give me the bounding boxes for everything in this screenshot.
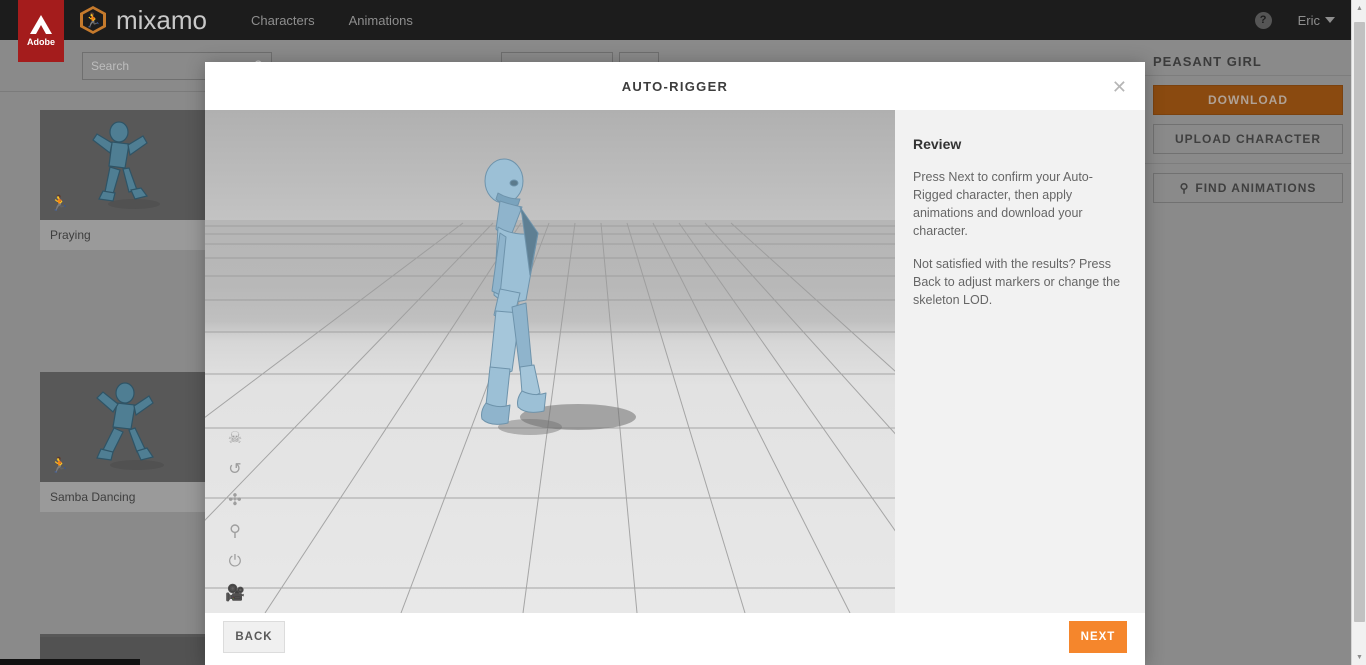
zoom-magnifier-icon[interactable]: ⚲ <box>225 521 245 541</box>
review-panel: Review Press Next to confirm your Auto-R… <box>895 110 1145 613</box>
thumbnail-figure <box>92 121 160 209</box>
help-question-icon[interactable]: ? <box>1254 11 1272 29</box>
nav-item-characters[interactable]: Characters <box>251 13 315 28</box>
back-button-label: BACK <box>235 631 273 643</box>
viewport-controls: ☠ ↺ ✣ ⚲ ⏻ 🎥 <box>225 428 245 603</box>
hexagon-runner-icon: 🏃 <box>80 6 106 34</box>
upload-character-button[interactable]: UPLOAD CHARACTER <box>1153 124 1343 154</box>
list-item[interactable]: 🏃 Samba Dancing <box>40 372 208 512</box>
main-nav: Characters Animations <box>251 13 413 28</box>
adobe-wordmark: Adobe <box>27 37 55 47</box>
animation-thumbnail: 🏃 <box>40 110 208 220</box>
user-menu[interactable]: Eric <box>1298 13 1335 28</box>
brand-label: mixamo <box>116 4 208 35</box>
thumbnail-figure <box>96 382 164 470</box>
review-heading: Review <box>913 136 962 152</box>
find-animations-button[interactable]: ⚲ FIND ANIMATIONS <box>1153 173 1343 203</box>
background-footer-strip <box>0 659 140 665</box>
list-item-label: Samba Dancing <box>40 482 208 512</box>
rigged-character-preview <box>481 158 636 435</box>
pan-move-icon[interactable]: ✣ <box>225 490 245 510</box>
skeleton-skull-icon[interactable]: ☠ <box>225 428 245 448</box>
divider <box>1145 75 1351 76</box>
mixamo-brand[interactable]: 🏃 mixamo <box>80 5 207 36</box>
download-button-label: DOWNLOAD <box>1208 93 1288 107</box>
adobe-logo[interactable]: Adobe <box>18 0 64 62</box>
find-animations-button-label: FIND ANIMATIONS <box>1195 181 1317 195</box>
back-button[interactable]: BACK <box>223 621 285 653</box>
next-button[interactable]: NEXT <box>1069 621 1127 653</box>
scroll-down-arrow-icon[interactable]: ▼ <box>1352 649 1366 665</box>
auto-rigger-modal: AUTO-RIGGER ✕ ☠ ↺ ✣ ⚲ ⏻ 🎥 Review Press N… <box>205 62 1145 665</box>
scrollbar-thumb[interactable] <box>1354 22 1365 622</box>
user-name-label: Eric <box>1297 12 1320 28</box>
page-scrollbar[interactable]: ▲ ▼ <box>1351 0 1366 665</box>
top-navigation-bar: 🏃 mixamo Characters Animations ? Eric <box>0 0 1351 40</box>
reset-view-icon[interactable]: ↺ <box>225 459 245 479</box>
review-paragraph-two: Not satisfied with the results? Press Ba… <box>913 256 1121 307</box>
rotate-power-icon[interactable]: ⏻ <box>225 552 245 572</box>
animation-thumbnail: 🏃 <box>40 372 208 482</box>
running-person-icon: 🏃 <box>50 195 69 212</box>
modal-footer: BACK NEXT <box>205 613 1145 665</box>
chevron-down-icon <box>1325 17 1335 23</box>
modal-title: AUTO-RIGGER <box>621 78 729 94</box>
adobe-a-icon <box>30 15 52 34</box>
modal-header: AUTO-RIGGER ✕ <box>205 62 1145 110</box>
list-item[interactable]: 🏃 Praying <box>40 110 208 250</box>
nav-item-animations[interactable]: Animations <box>349 13 413 28</box>
camera-icon[interactable]: 🎥 <box>225 583 245 603</box>
mixamo-app: 🏃 mixamo Characters Animations ? Eric Ad… <box>0 0 1366 665</box>
next-button-label: NEXT <box>1080 631 1116 643</box>
page-title: PEASANT GIRL <box>1153 54 1262 69</box>
download-button[interactable]: DOWNLOAD <box>1153 85 1343 115</box>
3d-viewport[interactable]: ☠ ↺ ✣ ⚲ ⏻ 🎥 <box>205 110 895 613</box>
modal-body: ☠ ↺ ✣ ⚲ ⏻ 🎥 Review Press Next to confirm… <box>205 110 1145 613</box>
scroll-up-arrow-icon[interactable]: ▲ <box>1352 0 1366 16</box>
list-item-label: Praying <box>40 220 208 250</box>
search-icon: ⚲ <box>1179 181 1190 195</box>
upload-character-button-label: UPLOAD CHARACTER <box>1175 132 1321 146</box>
animation-list: 🏃 Praying 🏃 Samba Dancing <box>0 93 208 665</box>
review-paragraph-one: Press Next to confirm your Auto-Rigged c… <box>913 170 1093 239</box>
character-sidebar: PEASANT GIRL DOWNLOAD UPLOAD CHARACTER ⚲… <box>1145 40 1351 665</box>
close-icon[interactable]: ✕ <box>1112 78 1127 96</box>
divider <box>1145 163 1351 164</box>
running-person-icon: 🏃 <box>50 457 69 474</box>
top-right-controls: ? Eric <box>1254 0 1335 40</box>
